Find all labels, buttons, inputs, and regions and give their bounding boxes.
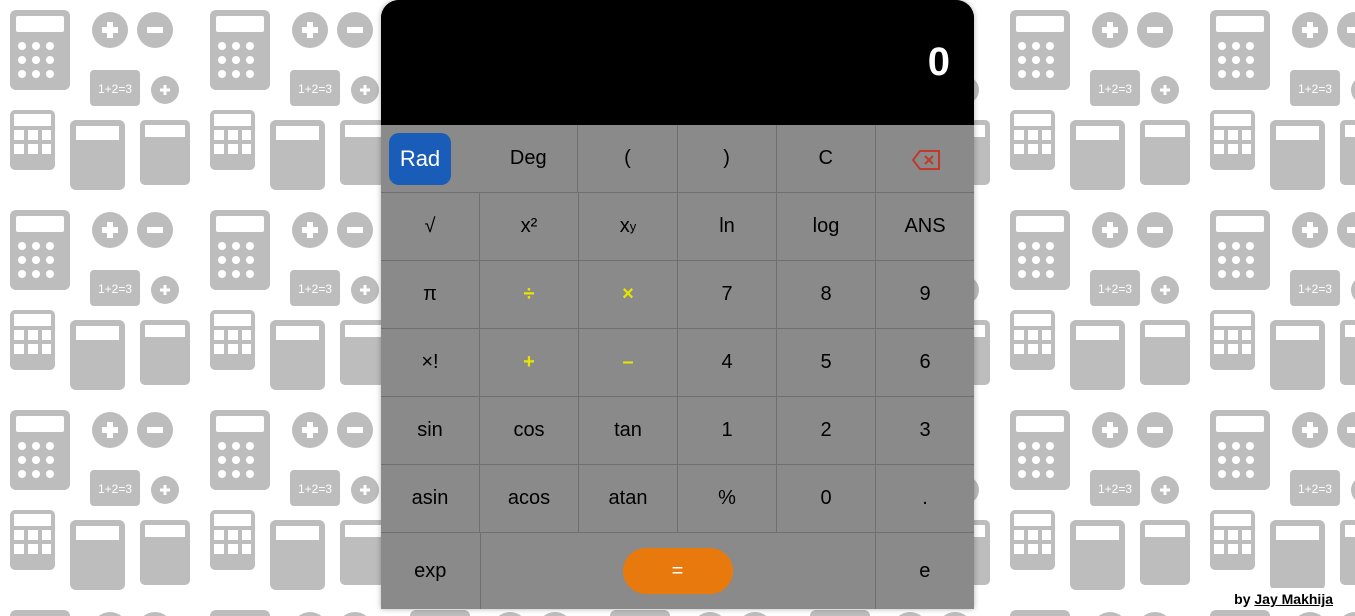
digit-4-button[interactable]: 4	[678, 329, 777, 396]
atan-button[interactable]: atan	[579, 465, 678, 532]
row-5: sin cos tan 1 2 3	[381, 397, 974, 465]
digit-2-button[interactable]: 2	[777, 397, 876, 464]
asin-button[interactable]: asin	[381, 465, 480, 532]
button-grid: Rad Deg ( ) C √ x² xy ln lo	[381, 125, 974, 609]
backspace-button[interactable]	[876, 125, 974, 192]
log-button[interactable]: log	[777, 193, 876, 260]
right-paren-button[interactable]: )	[678, 125, 777, 192]
digit-9-button[interactable]: 9	[876, 261, 974, 328]
ln-button[interactable]: ln	[678, 193, 777, 260]
calculator-app: 0 Rad Deg ( ) C √ x²	[381, 0, 974, 609]
subtract-button[interactable]: –	[579, 329, 678, 396]
e-button[interactable]: e	[876, 533, 975, 609]
equals-button[interactable]: =	[623, 548, 733, 594]
sqrt-button[interactable]: √	[381, 193, 480, 260]
sin-button[interactable]: sin	[381, 397, 480, 464]
add-button[interactable]: +	[480, 329, 579, 396]
credit-link[interactable]: Jay Makhija	[1254, 591, 1333, 607]
digit-3-button[interactable]: 3	[876, 397, 974, 464]
pi-button[interactable]: π	[381, 261, 480, 328]
exp-button[interactable]: exp	[381, 533, 481, 609]
calculator-display: 0	[381, 0, 974, 125]
digit-8-button[interactable]: 8	[777, 261, 876, 328]
power-button[interactable]: xy	[579, 193, 678, 260]
equals-wrap: =	[481, 533, 876, 609]
digit-0-button[interactable]: 0	[777, 465, 876, 532]
divide-button[interactable]: ÷	[480, 261, 579, 328]
digit-6-button[interactable]: 6	[876, 329, 974, 396]
backspace-icon	[911, 149, 939, 169]
digit-1-button[interactable]: 1	[678, 397, 777, 464]
row-1: Rad Deg ( ) C	[381, 125, 974, 193]
row-3: π ÷ × 7 8 9	[381, 261, 974, 329]
left-paren-button[interactable]: (	[578, 125, 677, 192]
tan-button[interactable]: tan	[579, 397, 678, 464]
clear-button[interactable]: C	[777, 125, 876, 192]
square-button[interactable]: x²	[480, 193, 579, 260]
row-4: ×! + – 4 5 6	[381, 329, 974, 397]
display-value: 0	[928, 40, 950, 85]
decimal-button[interactable]: .	[876, 465, 974, 532]
multiply-button[interactable]: ×	[579, 261, 678, 328]
row-6: asin acos atan % 0 .	[381, 465, 974, 533]
digit-7-button[interactable]: 7	[678, 261, 777, 328]
row-7: exp = e	[381, 533, 974, 609]
percent-button[interactable]: %	[678, 465, 777, 532]
digit-5-button[interactable]: 5	[777, 329, 876, 396]
factorial-button[interactable]: ×!	[381, 329, 480, 396]
row-2: √ x² xy ln log ANS	[381, 193, 974, 261]
credit-label: by Jay Makhija	[1226, 588, 1341, 610]
ans-button[interactable]: ANS	[876, 193, 974, 260]
acos-button[interactable]: acos	[480, 465, 579, 532]
cos-button[interactable]: cos	[480, 397, 579, 464]
radians-button[interactable]: Rad	[389, 133, 451, 185]
degrees-button[interactable]: Deg	[479, 125, 578, 192]
